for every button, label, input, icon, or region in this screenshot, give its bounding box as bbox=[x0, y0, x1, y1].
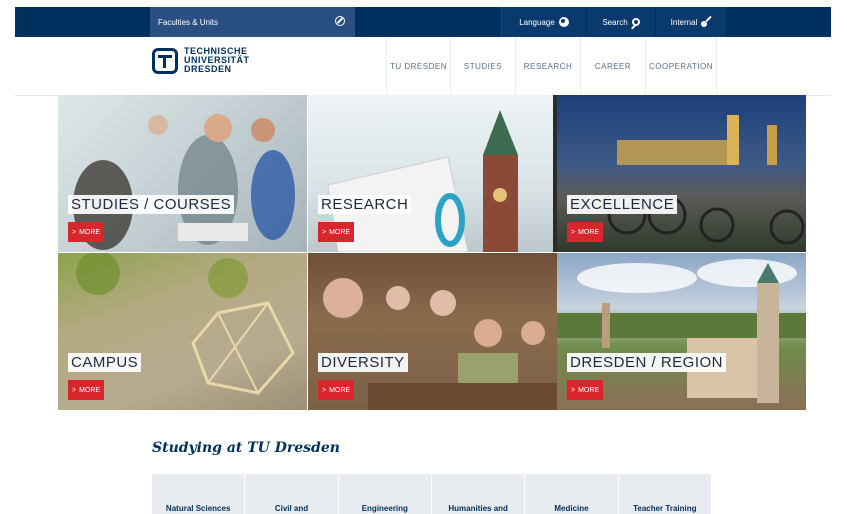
category-humanities[interactable]: Humanities and bbox=[431, 474, 525, 514]
category-teacher-training[interactable]: Teacher Training bbox=[618, 474, 711, 514]
compass-icon bbox=[335, 16, 345, 26]
key-icon bbox=[701, 17, 711, 27]
tile-research[interactable]: RESEARCH > MORE bbox=[308, 95, 557, 252]
faculties-units-button[interactable]: Faculties & Units bbox=[150, 7, 355, 37]
faculties-units-label: Faculties & Units bbox=[158, 17, 219, 27]
chevron-right-icon: > bbox=[72, 228, 77, 236]
internal-label: Internal bbox=[670, 17, 698, 27]
search-label: Search bbox=[602, 17, 628, 27]
feature-tiles: STUDIES / COURSES > MORE RESEARCH > MORE E… bbox=[58, 95, 806, 411]
more-label: MORE bbox=[578, 386, 600, 394]
tile-excellence[interactable]: EXCELLENCE > MORE bbox=[557, 95, 806, 252]
study-categories: Natural Sciences Civil and Engineering H… bbox=[152, 474, 711, 514]
nav-tu-dresden[interactable]: TU DRESDEN bbox=[386, 37, 450, 95]
more-label: MORE bbox=[329, 228, 351, 236]
language-button[interactable]: Language bbox=[502, 7, 586, 37]
nav-studies[interactable]: STUDIES bbox=[450, 37, 515, 95]
chevron-right-icon: > bbox=[72, 386, 77, 394]
more-button[interactable]: > MORE bbox=[68, 222, 105, 242]
more-button[interactable]: > MORE bbox=[567, 380, 604, 400]
tile-label: EXCELLENCE bbox=[567, 195, 678, 214]
tile-label: CAMPUS bbox=[68, 353, 142, 372]
logo-text: TECHNISCHE UNIVERSITÄT DRESDEN bbox=[184, 47, 250, 74]
category-civil[interactable]: Civil and bbox=[245, 474, 338, 514]
category-engineering[interactable]: Engineering bbox=[338, 474, 431, 514]
chevron-right-icon: > bbox=[322, 228, 327, 236]
tile-label: STUDIES / COURSES bbox=[68, 195, 235, 214]
nav-cooperation[interactable]: COOPERATION bbox=[645, 37, 717, 95]
tile-dresden-region[interactable]: DRESDEN / REGION > MORE bbox=[557, 253, 806, 410]
tile-label: RESEARCH bbox=[318, 195, 412, 214]
more-button[interactable]: > MORE bbox=[567, 222, 604, 242]
chevron-right-icon: > bbox=[322, 386, 327, 394]
studying-heading: Studying at TU Dresden bbox=[152, 440, 340, 456]
internal-button[interactable]: Internal bbox=[656, 7, 726, 37]
logo-emblem-icon bbox=[152, 47, 178, 74]
tile-label: DRESDEN / REGION bbox=[567, 353, 727, 372]
more-label: MORE bbox=[329, 386, 351, 394]
globe-icon bbox=[558, 17, 569, 27]
tile-studies-courses[interactable]: STUDIES / COURSES > MORE bbox=[58, 95, 307, 252]
logo-line-3: DRESDEN bbox=[184, 64, 232, 74]
tu-dresden-logo[interactable]: TECHNISCHE UNIVERSITÄT DRESDEN bbox=[152, 47, 250, 74]
tile-diversity[interactable]: DIVERSITY > MORE bbox=[308, 253, 557, 410]
tile-label: DIVERSITY bbox=[318, 353, 408, 372]
more-label: MORE bbox=[79, 386, 101, 394]
chevron-right-icon: > bbox=[571, 386, 576, 394]
more-button[interactable]: > MORE bbox=[318, 222, 355, 242]
main-nav: TU DRESDEN STUDIES RESEARCH CAREER COOPE… bbox=[386, 37, 717, 95]
search-button[interactable]: Search bbox=[587, 7, 655, 37]
top-bar: Faculties & Units Language Search Intern… bbox=[15, 7, 831, 37]
nav-career[interactable]: CAREER bbox=[580, 37, 645, 95]
category-natural-sciences[interactable]: Natural Sciences bbox=[152, 474, 245, 514]
language-label: Language bbox=[519, 17, 555, 27]
more-button[interactable]: > MORE bbox=[318, 380, 355, 400]
category-medicine[interactable]: Medicine bbox=[525, 474, 618, 514]
more-label: MORE bbox=[79, 228, 101, 236]
more-button[interactable]: > MORE bbox=[68, 380, 105, 400]
search-icon bbox=[631, 18, 640, 26]
chevron-right-icon: > bbox=[571, 228, 576, 236]
site-header: TECHNISCHE UNIVERSITÄT DRESDEN TU DRESDE… bbox=[15, 37, 831, 96]
tile-campus[interactable]: CAMPUS > MORE bbox=[58, 253, 307, 410]
more-label: MORE bbox=[578, 228, 600, 236]
nav-research[interactable]: RESEARCH bbox=[515, 37, 580, 95]
